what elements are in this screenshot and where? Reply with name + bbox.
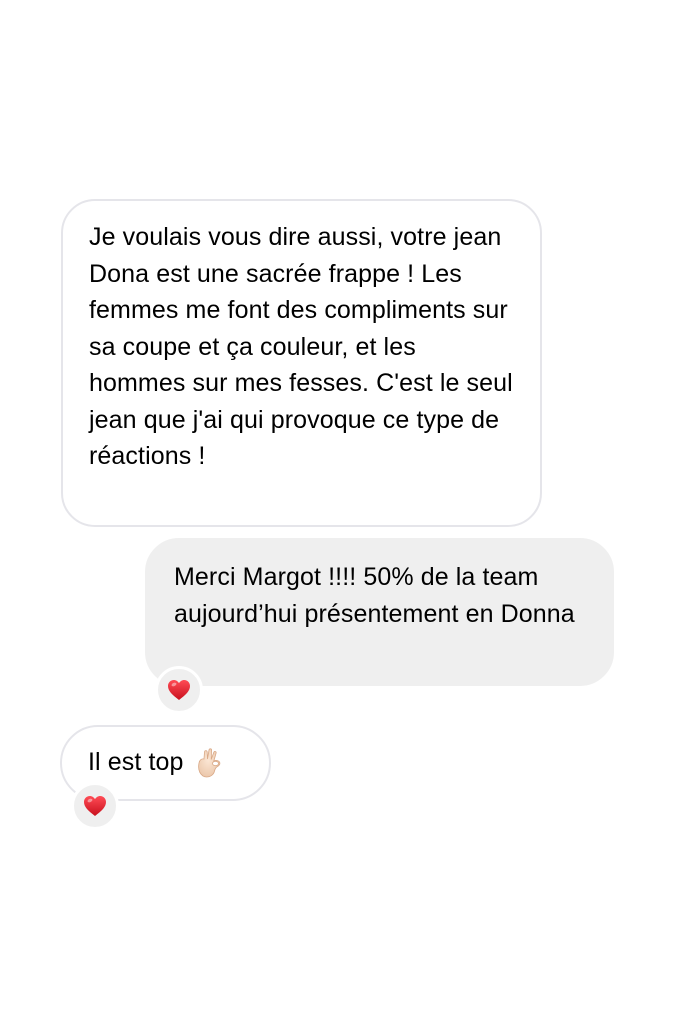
heart-icon bbox=[84, 796, 106, 816]
message-text: Il est top bbox=[88, 748, 184, 776]
received-message-bubble[interactable]: Je voulais vous dire aussi, votre jean D… bbox=[61, 199, 542, 527]
message-text: Merci Margot !!!! 50% de la team aujourd… bbox=[174, 563, 575, 628]
ok-hand-icon bbox=[197, 748, 220, 778]
message-text: Je voulais vous dire aussi, votre jean D… bbox=[89, 223, 513, 470]
sent-message-bubble[interactable]: Merci Margot !!!! 50% de la team aujourd… bbox=[145, 538, 614, 686]
message-reaction[interactable] bbox=[71, 782, 119, 830]
heart-icon bbox=[168, 680, 190, 700]
message-thread: Je voulais vous dire aussi, votre jean D… bbox=[0, 0, 683, 1024]
message-reaction[interactable] bbox=[155, 666, 203, 714]
